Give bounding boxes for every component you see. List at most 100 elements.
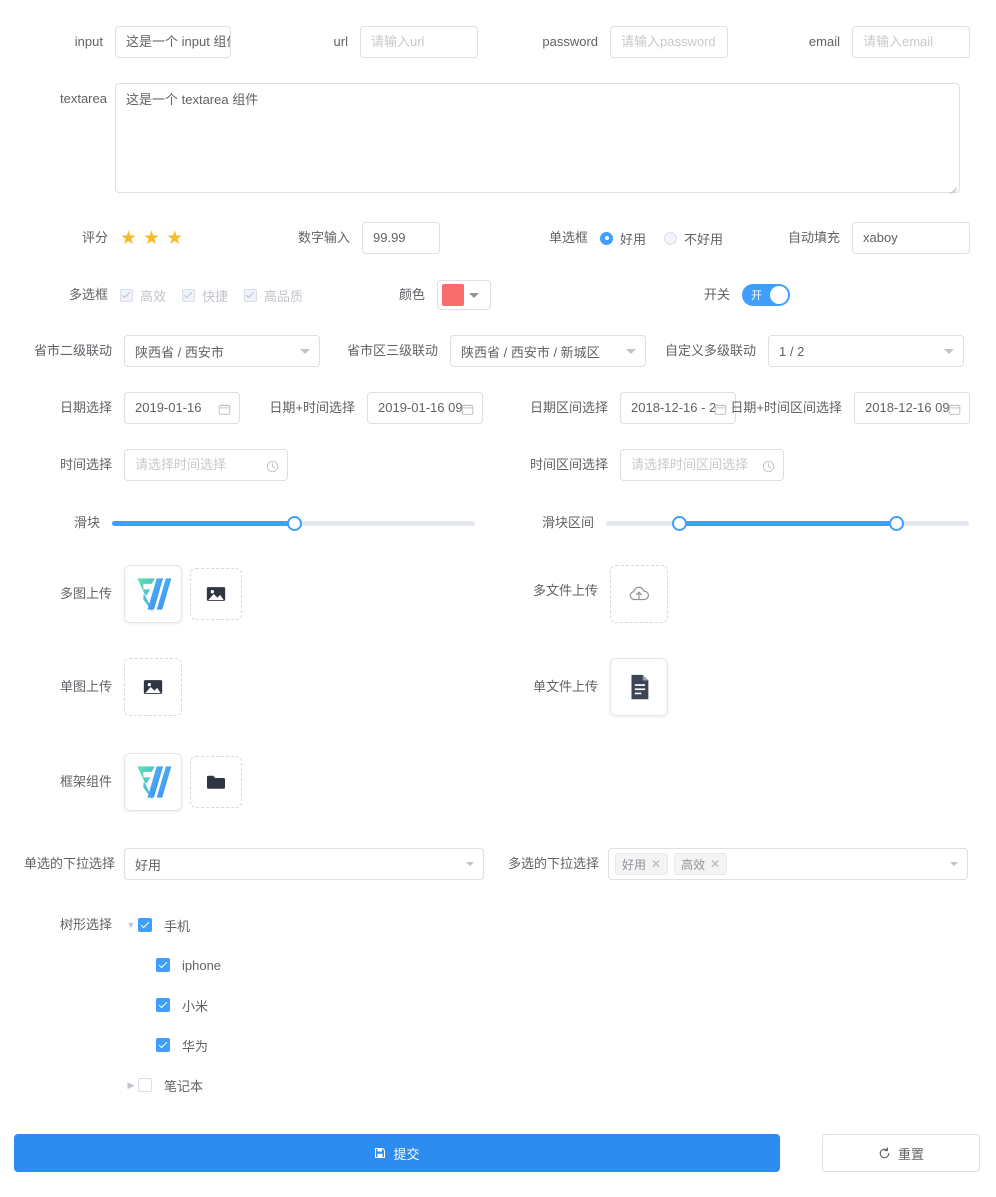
textarea-field[interactable]: 这是一个 textarea 组件 <box>115 83 960 193</box>
tree-node-xiaomi[interactable]: 小米 <box>124 992 524 1018</box>
chevron-down-icon[interactable] <box>300 349 310 354</box>
star-icon[interactable]: ★ <box>120 229 137 248</box>
close-icon[interactable]: ✕ <box>651 858 661 870</box>
tree-node-label: 小米 <box>182 996 208 1015</box>
selected-tag[interactable]: 高效 ✕ <box>674 853 727 875</box>
checkbox-option-efficient: 高效 <box>120 286 166 305</box>
timerange-placeholder: 请选择时间区间选择 <box>631 450 748 480</box>
email-placeholder: 请输入email <box>863 27 933 57</box>
daterange-field[interactable]: 2018-12-16 - 2 <box>620 392 736 424</box>
slider-range-thumb-low[interactable] <box>672 516 687 531</box>
uploaded-image-thumb[interactable] <box>124 565 182 623</box>
datetimerange-field[interactable]: 2018-12-16 09 <box>854 392 970 424</box>
number-field[interactable]: 99.99 <box>362 222 440 254</box>
color-picker[interactable] <box>437 280 491 310</box>
datetime-label: 日期+时间选择 <box>255 392 367 424</box>
check-icon <box>244 289 257 302</box>
chevron-down-icon[interactable]: ▼ <box>124 920 138 930</box>
calendar-icon[interactable] <box>218 393 231 424</box>
cascader-custom-select[interactable]: 1 / 2 <box>768 335 964 367</box>
slider-label: 滑块 <box>60 507 112 539</box>
url-placeholder: 请输入url <box>371 27 424 57</box>
uploaded-file-thumb[interactable] <box>610 658 668 716</box>
slider-control[interactable] <box>112 507 475 539</box>
chevron-down-icon[interactable] <box>626 349 636 354</box>
slider-range-fill <box>679 521 897 526</box>
calendar-icon[interactable] <box>461 393 474 424</box>
close-icon[interactable]: ✕ <box>710 858 720 870</box>
time-field[interactable]: 请选择时间选择 <box>124 449 288 481</box>
rate-stars[interactable]: ★ ★ ★ <box>120 222 183 254</box>
upload-image-single-label: 单图上传 <box>60 658 124 716</box>
radio-option-good[interactable]: 好用 <box>600 229 646 248</box>
chevron-down-icon[interactable] <box>468 289 480 301</box>
star-icon[interactable]: ★ <box>166 229 183 248</box>
cascader-custom-label: 自定义多级联动 <box>660 335 768 367</box>
cascader3-select[interactable]: 陕西省 / 西安市 / 新城区 <box>450 335 646 367</box>
timerange-field[interactable]: 请选择时间区间选择 <box>620 449 784 481</box>
check-icon[interactable] <box>156 998 170 1012</box>
switch-toggle[interactable]: 开 <box>742 284 790 306</box>
radio-dot-icon <box>600 232 613 245</box>
upload-images-add-button[interactable] <box>190 568 242 620</box>
slider-range-control[interactable] <box>606 507 969 539</box>
tree-control: ▼ 手机 iphone 小米 <box>124 912 524 1098</box>
upload-files-label: 多文件上传 <box>530 565 610 617</box>
clock-icon[interactable] <box>762 450 775 481</box>
radio-option-bad[interactable]: 不好用 <box>664 229 723 248</box>
switch-knob <box>770 286 788 304</box>
url-field[interactable]: 请输入url <box>360 26 478 58</box>
reset-button[interactable]: 重置 <box>822 1134 980 1172</box>
logo-icon <box>131 572 175 616</box>
cascader2-select[interactable]: 陕西省 / 西安市 <box>124 335 320 367</box>
radio-dot-icon <box>664 232 677 245</box>
datetime-field[interactable]: 2019-01-16 09 <box>367 392 483 424</box>
tree-node-iphone[interactable]: iphone <box>124 952 524 978</box>
calendar-icon[interactable] <box>714 393 727 424</box>
input-field[interactable]: 这是一个 input 组件 <box>115 26 231 58</box>
tree-node-laptop[interactable]: ▶ 笔记本 <box>124 1072 524 1098</box>
select-multiple-label: 多选的下拉选择 <box>508 848 608 880</box>
folder-icon <box>205 773 227 791</box>
color-swatch[interactable] <box>442 284 464 306</box>
check-icon[interactable] <box>138 918 152 932</box>
chevron-right-icon[interactable]: ▶ <box>124 1080 138 1091</box>
select-multiple-control[interactable]: 好用 ✕ 高效 ✕ <box>608 848 968 880</box>
chevron-down-icon[interactable] <box>944 349 954 354</box>
slider-range-thumb-high[interactable] <box>889 516 904 531</box>
resize-handle-icon[interactable] <box>947 180 957 190</box>
frame-uploaded-thumb[interactable] <box>124 753 182 811</box>
clock-icon[interactable] <box>266 450 279 481</box>
autocomplete-field[interactable]: xaboy <box>852 222 970 254</box>
check-icon[interactable] <box>138 1078 152 1092</box>
refresh-icon <box>878 1147 891 1160</box>
frame-add-button[interactable] <box>190 756 242 808</box>
selected-tag[interactable]: 好用 ✕ <box>615 853 668 875</box>
slider-range-label: 滑块区间 <box>530 507 606 539</box>
textarea-label: textarea <box>60 83 115 115</box>
tree-node-huawei[interactable]: 华为 <box>124 1032 524 1058</box>
chevron-down-icon[interactable] <box>466 862 474 866</box>
check-icon[interactable] <box>156 958 170 972</box>
radio-option-label: 不好用 <box>684 229 723 248</box>
upload-image-single-button[interactable] <box>124 658 182 716</box>
password-field[interactable]: 请输入password <box>610 26 728 58</box>
autocomplete-value: xaboy <box>863 223 898 253</box>
upload-files-add-button[interactable] <box>610 565 668 623</box>
submit-button[interactable]: 提交 <box>14 1134 780 1172</box>
select-single-control[interactable]: 好用 <box>124 848 484 880</box>
checkbox-option-label: 高品质 <box>264 286 303 305</box>
checkbox-option-fast: 快捷 <box>182 286 228 305</box>
password-placeholder: 请输入password <box>621 27 716 57</box>
slider-thumb[interactable] <box>287 516 302 531</box>
tree-node-phone[interactable]: ▼ 手机 <box>124 912 524 938</box>
calendar-icon[interactable] <box>948 393 961 424</box>
date-field[interactable]: 2019-01-16 <box>124 392 240 424</box>
tree-label: 树形选择 <box>56 912 124 938</box>
check-icon[interactable] <box>156 1038 170 1052</box>
cascader2-label: 省市二级联动 <box>28 335 124 367</box>
star-icon[interactable]: ★ <box>143 229 160 248</box>
textarea-value: 这是一个 textarea 组件 <box>126 92 258 107</box>
email-field[interactable]: 请输入email <box>852 26 970 58</box>
chevron-down-icon[interactable] <box>950 862 958 866</box>
